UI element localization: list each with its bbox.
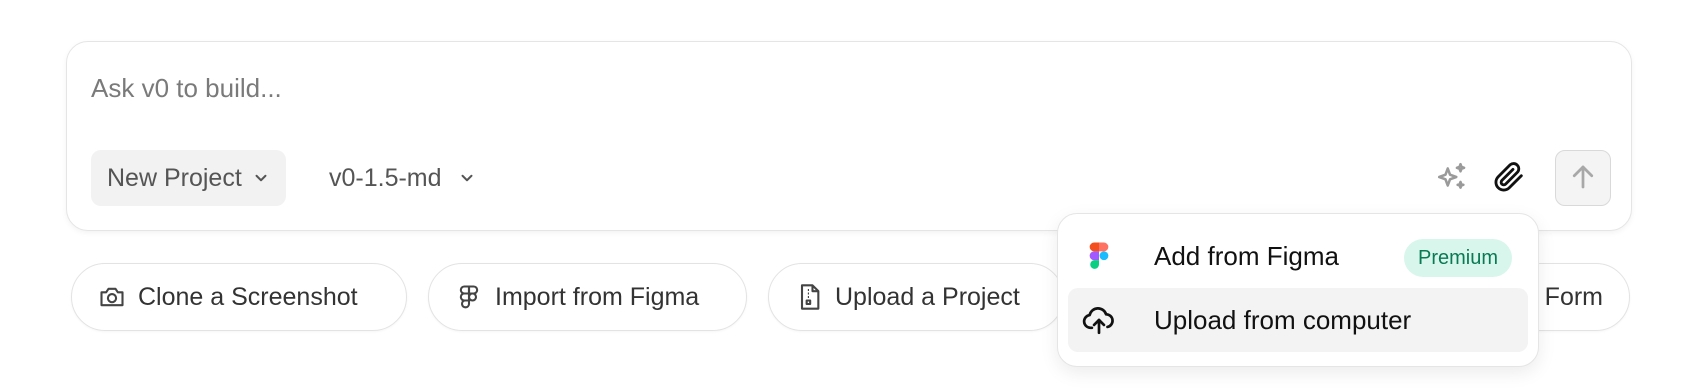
project-selector-label: New Project xyxy=(107,163,242,192)
menu-item-label: Upload from computer xyxy=(1154,304,1412,335)
import-figma-label: Import from Figma xyxy=(495,282,700,311)
prompt-input[interactable] xyxy=(91,68,1291,108)
import-figma-chip[interactable]: Import from Figma xyxy=(428,263,747,331)
model-selector-button[interactable]: v0-1.5-md xyxy=(313,150,492,206)
file-zip-icon xyxy=(795,283,823,311)
prompt-card: New Project v0-1.5-md xyxy=(66,41,1632,231)
upload-project-label: Upload a Project xyxy=(835,282,1020,311)
attach-menu: Add from Figma Premium Upload from compu… xyxy=(1057,213,1539,367)
project-selector-button[interactable]: New Project xyxy=(91,150,286,206)
clone-screenshot-chip[interactable]: Clone a Screenshot xyxy=(71,263,407,331)
paperclip-icon xyxy=(1491,160,1525,197)
camera-icon xyxy=(98,283,126,311)
upload-project-chip[interactable]: Upload a Project xyxy=(768,263,1064,331)
premium-badge: Premium xyxy=(1403,239,1512,277)
chevron-down-icon xyxy=(252,169,270,187)
enhance-prompt-button[interactable] xyxy=(1426,152,1478,204)
form-chip-label: Form xyxy=(1544,282,1603,311)
clone-screenshot-label: Clone a Screenshot xyxy=(138,282,358,311)
menu-item-label: Add from Figma xyxy=(1154,240,1339,271)
model-selector-label: v0-1.5-md xyxy=(329,163,442,192)
attach-button[interactable] xyxy=(1482,152,1534,204)
send-button[interactable] xyxy=(1555,150,1611,206)
stage: New Project v0-1.5-md xyxy=(0,0,1698,390)
figma-outline-icon xyxy=(455,283,483,311)
sparkle-icon xyxy=(1435,160,1469,197)
arrow-up-icon xyxy=(1568,162,1598,195)
figma-icon xyxy=(1082,239,1116,273)
menu-item-add-from-figma[interactable]: Add from Figma Premium xyxy=(1068,224,1528,288)
cloud-upload-icon xyxy=(1082,303,1116,337)
chevron-down-icon xyxy=(458,169,476,187)
menu-item-upload-from-computer[interactable]: Upload from computer xyxy=(1068,288,1528,352)
